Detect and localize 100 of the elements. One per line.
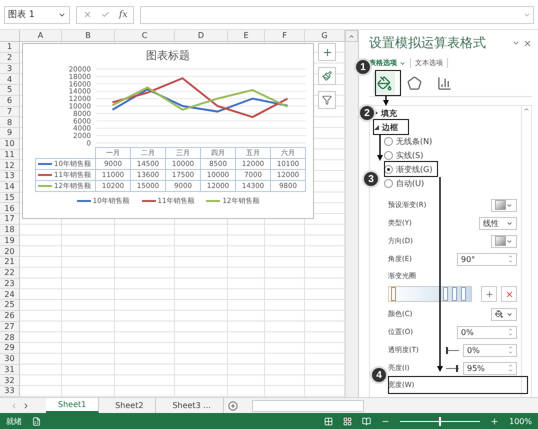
add-element-button[interactable] <box>318 43 336 61</box>
spin-field[interactable]: 0% <box>457 326 517 338</box>
color-dropdown[interactable] <box>491 308 517 320</box>
insert-function-button[interactable]: fx <box>119 10 128 20</box>
page-break-icon[interactable] <box>362 416 372 426</box>
zoom-thumb[interactable] <box>439 416 442 426</box>
radio-option[interactable]: 实线(S) <box>384 148 424 162</box>
chart-area[interactable] <box>22 43 314 219</box>
check-icon[interactable] <box>101 10 110 19</box>
gradient-stop[interactable] <box>391 287 396 301</box>
row-number[interactable]: 3 <box>0 64 20 74</box>
row-number[interactable]: 5 <box>0 85 20 96</box>
brush-button[interactable] <box>318 67 336 85</box>
spin-up-icon[interactable] <box>508 345 513 350</box>
normal-view-icon[interactable] <box>324 416 334 426</box>
row-number[interactable]: 10 <box>0 138 20 150</box>
row-number[interactable]: 2 <box>0 52 20 64</box>
formula-input[interactable] <box>140 6 534 24</box>
row-number[interactable]: 18 <box>0 224 20 236</box>
cancel-icon[interactable] <box>83 10 92 19</box>
caret-icon[interactable] <box>506 202 513 208</box>
gradient-stop[interactable] <box>461 287 466 301</box>
row-number[interactable]: 27 <box>0 322 20 332</box>
row-number[interactable]: 14 <box>0 182 20 192</box>
row-number[interactable]: 8 <box>0 117 20 128</box>
spin-field[interactable]: 95% <box>463 362 517 374</box>
gradient-stop[interactable] <box>452 287 457 301</box>
column-header[interactable]: E <box>228 30 265 42</box>
row-number[interactable]: 33 <box>0 386 20 397</box>
page-layout-icon[interactable] <box>343 416 352 426</box>
row-number[interactable]: 22 <box>0 268 20 278</box>
column-header[interactable]: C <box>115 30 175 42</box>
row-number[interactable]: 6 <box>0 96 20 106</box>
column-header[interactable]: B <box>62 30 115 42</box>
spin-up-icon[interactable] <box>508 254 513 259</box>
spin-up-icon[interactable] <box>508 327 513 332</box>
type-dropdown[interactable]: 线性 <box>479 216 517 230</box>
row-number[interactable]: 26 <box>0 310 20 322</box>
column-header[interactable]: A <box>20 30 62 42</box>
row-number[interactable]: 30 <box>0 354 20 364</box>
vertical-scrollbar[interactable] <box>345 42 358 397</box>
next-sheet-icon[interactable] <box>22 402 30 410</box>
column-header[interactable]: G <box>305 30 345 42</box>
macro-icon[interactable] <box>32 416 41 426</box>
scroll-up-icon[interactable] <box>348 32 355 40</box>
caret-icon[interactable] <box>506 238 513 244</box>
caret-icon[interactable] <box>506 310 513 318</box>
row-number[interactable]: 12 <box>0 160 20 171</box>
row-number[interactable]: 24 <box>0 289 20 300</box>
add-stop-button[interactable] <box>481 286 497 302</box>
spin-down-icon[interactable] <box>508 259 513 264</box>
spin-down-icon[interactable] <box>508 350 513 355</box>
name-box[interactable]: 图表 1 <box>4 6 70 24</box>
scroll-up-icon[interactable] <box>523 106 530 113</box>
filter-button[interactable] <box>318 91 336 109</box>
slider-thumb[interactable] <box>456 364 458 372</box>
row-number[interactable]: 11 <box>0 150 20 160</box>
row-number[interactable]: 28 <box>0 332 20 343</box>
spin-up-icon[interactable] <box>508 363 513 368</box>
row-number[interactable]: 7 <box>0 106 20 118</box>
row-number[interactable]: 32 <box>0 375 20 386</box>
paint-bucket-icon[interactable] <box>495 310 503 318</box>
zoom-in-icon[interactable] <box>490 416 500 426</box>
paint-bucket-icon[interactable] <box>373 72 395 94</box>
row-number[interactable]: 19 <box>0 236 20 246</box>
close-icon[interactable] <box>523 38 532 48</box>
gradient-stops-bar[interactable] <box>388 286 472 302</box>
column-header[interactable]: F <box>265 30 305 42</box>
row-number[interactable]: 31 <box>0 364 20 376</box>
filter-icon[interactable] <box>322 95 332 105</box>
plus-icon[interactable] <box>484 290 494 298</box>
radio-option[interactable]: 自动(U) <box>384 176 424 190</box>
plus-icon[interactable] <box>322 46 332 58</box>
sheet-tab[interactable]: Sheet1 <box>46 398 100 413</box>
row-number[interactable]: 25 <box>0 300 20 311</box>
radio-option[interactable]: 无线条(N) <box>384 134 432 148</box>
gradient-stop[interactable] <box>443 287 448 301</box>
row-number[interactable]: 29 <box>0 343 20 354</box>
spin-field[interactable]: 0% <box>463 344 517 356</box>
remove-stop-button[interactable] <box>501 286 517 302</box>
row-number[interactable]: 20 <box>0 246 20 257</box>
scroll-up-button[interactable] <box>345 30 358 42</box>
row-number[interactable]: 4 <box>0 74 20 85</box>
zoom-level[interactable]: 100% <box>509 416 532 426</box>
row-number[interactable]: 13 <box>0 171 20 182</box>
row-number[interactable]: 15 <box>0 192 20 204</box>
brush-icon[interactable] <box>322 71 332 81</box>
caret-icon[interactable] <box>506 220 513 226</box>
horizontal-scrollbar[interactable] <box>252 400 364 412</box>
row-number[interactable]: 9 <box>0 128 20 139</box>
row-number[interactable]: 1 <box>0 42 20 53</box>
spin-field[interactable]: 90° <box>457 252 517 266</box>
spin-down-icon[interactable] <box>508 332 513 337</box>
column-header[interactable]: D <box>175 30 228 42</box>
new-sheet-icon[interactable] <box>228 400 238 410</box>
radio-option[interactable]: 渐变线(G) <box>384 162 432 176</box>
row-number[interactable]: 23 <box>0 278 20 290</box>
spin-down-icon[interactable] <box>508 368 513 373</box>
row-number[interactable]: 17 <box>0 214 20 225</box>
row-number[interactable]: 16 <box>0 203 20 214</box>
